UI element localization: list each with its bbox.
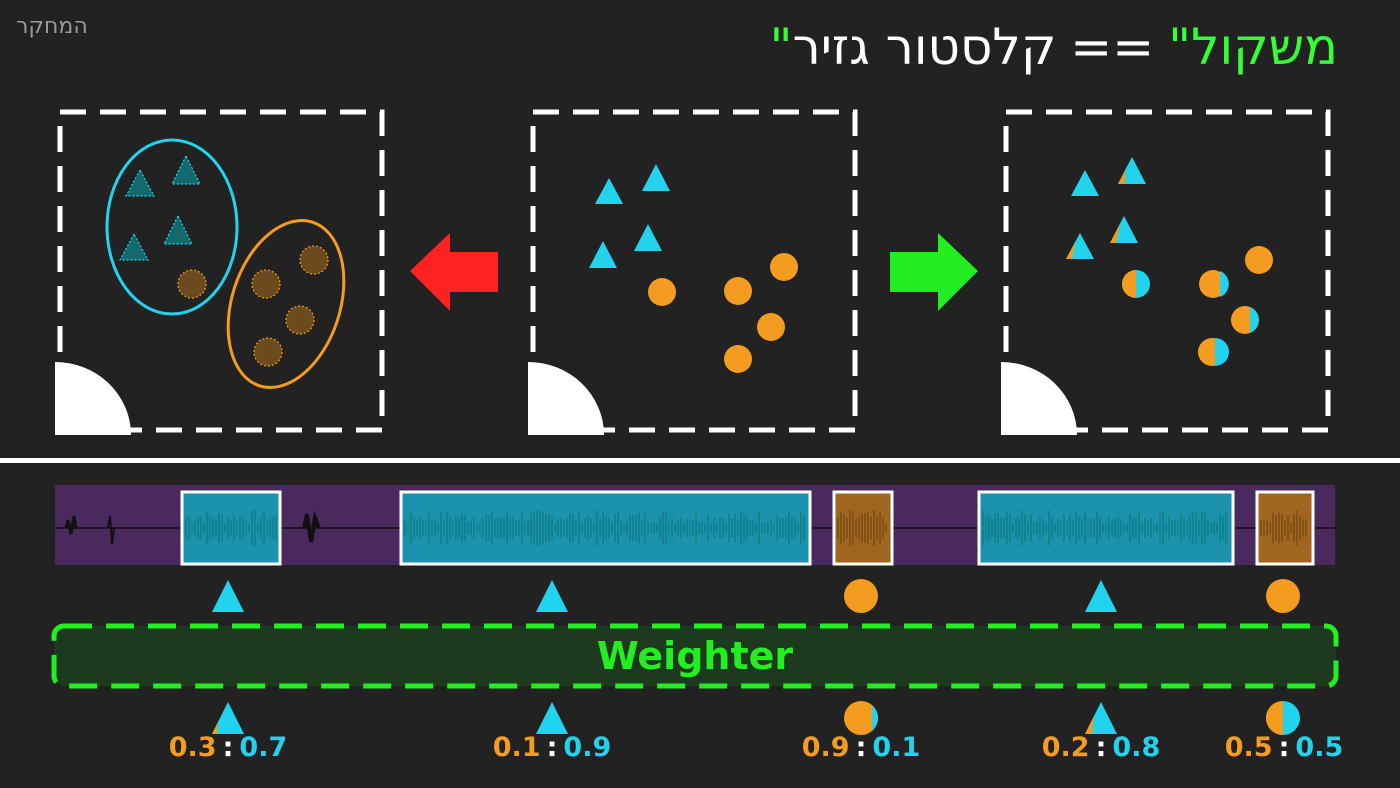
orange-circle: [724, 345, 752, 373]
orange-weight: 0.5: [1224, 732, 1273, 763]
faded-triangle: [124, 168, 156, 197]
cyan-triangle: [589, 241, 617, 268]
mixed-circle: [1245, 246, 1273, 274]
mixed-circle: [1199, 270, 1229, 298]
weighter-label: Weighter: [596, 634, 794, 678]
ratio-separator: :: [855, 732, 867, 763]
weight-ratio: 0.3:0.7: [169, 732, 288, 763]
cyan-triangle: [634, 224, 662, 251]
green-arrow-right: [890, 233, 978, 311]
mixed-circle: [1198, 338, 1229, 366]
faded-circle: [253, 337, 283, 367]
faded-circle: [251, 269, 281, 299]
weight-ratio: 0.9:0.1: [802, 732, 921, 763]
weight-ratio: 0.1:0.9: [493, 732, 612, 763]
segment-circle: [1266, 579, 1300, 613]
segment-triangle: [212, 580, 244, 612]
orange-weight: 0.3: [168, 732, 217, 763]
right-panel-frame: [1003, 109, 1331, 433]
orange-circle: [724, 277, 752, 305]
orange-weight: 0.9: [801, 732, 850, 763]
mixed-triangle: [1118, 157, 1146, 184]
mixed-circle: [1122, 270, 1150, 298]
cyan-weight: 0.1: [872, 732, 921, 763]
red-arrow-left: [410, 233, 498, 311]
cyan-weight: 0.9: [563, 732, 612, 763]
left-panel-frame: [57, 109, 385, 433]
mixed-triangle: [1066, 233, 1094, 259]
right-panel-corner-quarter: [1001, 362, 1077, 435]
orange-circle: [757, 313, 785, 341]
audio-waveform-strip: [55, 485, 1335, 566]
faded-circle: [285, 305, 315, 335]
orange-weight: 0.1: [492, 732, 541, 763]
cyan-triangle: [595, 178, 623, 204]
faded-circle: [177, 269, 207, 299]
segment-triangle: [536, 580, 568, 612]
mixed-triangle: [1071, 170, 1099, 196]
right-panel: [1001, 109, 1331, 435]
cyan-triangle: [642, 164, 670, 191]
faded-triangle: [171, 154, 201, 185]
orange-circle: [770, 253, 798, 281]
cyan-weight: 0.5: [1295, 732, 1344, 763]
segment-triangle: [1085, 580, 1117, 612]
center-panel: [528, 109, 858, 435]
left-panel: [55, 109, 385, 435]
left-panel-corner-quarter: [55, 362, 131, 435]
weighted-triangle: [536, 702, 568, 734]
faded-triangle: [163, 214, 193, 245]
center-panel-corner-quarter: [528, 362, 604, 435]
orange-weight: 0.2: [1041, 732, 1090, 763]
weighted-triangle: [212, 702, 244, 734]
mixed-circle: [1231, 306, 1259, 334]
weighted-triangle: [1085, 702, 1117, 734]
cyan-weight: 0.7: [239, 732, 288, 763]
weight-ratio: 0.2:0.8: [1042, 732, 1161, 763]
center-panel-frame: [530, 109, 858, 433]
mixed-triangle: [1110, 216, 1138, 243]
faded-triangle: [118, 232, 150, 261]
weighted-circle: [844, 701, 879, 735]
orange-cluster-ellipse: [226, 219, 346, 389]
ratio-separator: :: [1095, 732, 1107, 763]
ratio-separator: :: [546, 732, 558, 763]
orange-circle: [648, 278, 676, 306]
segment-circle: [844, 579, 878, 613]
section-divider: [0, 458, 1400, 463]
ratio-separator: :: [222, 732, 234, 763]
weighted-circle: [1266, 701, 1300, 735]
ratio-separator: :: [1278, 732, 1290, 763]
faded-circle: [299, 245, 329, 275]
weight-ratio: 0.5:0.5: [1225, 732, 1344, 763]
cyan-weight: 0.8: [1112, 732, 1161, 763]
